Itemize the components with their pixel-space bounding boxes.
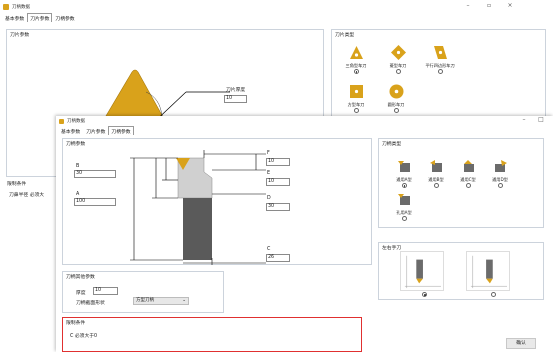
dim-c-label: C xyxy=(267,247,271,252)
blade-type-parallelogram[interactable]: 平行四边形车刀 xyxy=(418,45,462,76)
dim-f-label: F xyxy=(267,151,270,156)
holder-type-radio-3[interactable] xyxy=(497,183,503,188)
holder-params-label: 刀柄参数 xyxy=(66,142,86,147)
chevron-down-icon: ⌄ xyxy=(182,298,186,303)
app-icon-front xyxy=(59,118,64,124)
blade-type-radio-3[interactable] xyxy=(353,108,359,113)
front-titlebar: 刀柄数据 – □ xyxy=(56,116,553,126)
section-shape-value: 方型刀柄 xyxy=(136,298,154,303)
constraint-text: C 必须大于0 xyxy=(70,334,98,339)
dim-b-input[interactable]: 30 xyxy=(74,170,116,178)
thickness-input[interactable]: 10 xyxy=(93,287,118,295)
dim-a-label: A xyxy=(76,192,80,197)
section-shape-label: 刀柄截面形状 xyxy=(76,301,105,306)
tab-holder[interactable]: 刀柄参数 xyxy=(52,13,77,22)
dim-d-input[interactable]: 30 xyxy=(266,203,290,211)
left-hand-image[interactable] xyxy=(400,251,444,291)
holder-type-radio-4[interactable] xyxy=(401,216,407,221)
front-window-title: 刀柄数据 xyxy=(67,119,85,124)
front-minimize-icon[interactable]: – xyxy=(519,116,529,123)
blade-type-radio-2[interactable] xyxy=(437,69,443,74)
holder-type-c[interactable]: 通用C型 xyxy=(454,159,482,190)
holder-shank-shape xyxy=(183,198,212,260)
front-close-icon[interactable]: □ xyxy=(536,116,546,123)
hand-radio-left[interactable] xyxy=(422,292,427,297)
holder-a-icon xyxy=(397,161,410,172)
front-tab-holder[interactable]: 刀柄参数 xyxy=(108,126,134,135)
maximize-icon[interactable]: ▫ xyxy=(484,2,494,9)
back-constraint-text: 刀鼻半径 必须大 xyxy=(9,193,45,198)
holder-type-d[interactable]: 通用D型 xyxy=(486,159,514,190)
blade-type-radio-4[interactable] xyxy=(393,108,399,113)
right-hand-image[interactable] xyxy=(466,251,510,291)
other-params-group: 刀柄其他参数 xyxy=(62,271,224,313)
minimize-icon[interactable]: – xyxy=(463,2,473,9)
dim-d-label: D xyxy=(267,196,271,201)
round-blade-icon xyxy=(389,84,403,99)
hand-radio-right[interactable] xyxy=(490,292,496,297)
holder-type-radio-0[interactable] xyxy=(401,183,407,188)
blade-type-square[interactable]: 方型车刀 xyxy=(341,84,371,115)
parallelogram-blade-icon xyxy=(433,46,447,59)
holder-d-icon xyxy=(494,160,507,172)
dim-e-input[interactable]: 10 xyxy=(266,178,290,186)
holder-hole-a-icon xyxy=(397,194,410,205)
back-window-title: 刀柄数据 xyxy=(12,4,30,10)
square-blade-icon xyxy=(349,85,363,98)
holder-c-icon xyxy=(463,160,474,172)
front-tab-basic[interactable]: 基本参数 xyxy=(58,126,83,135)
thickness-label: 厚度 xyxy=(76,291,86,296)
triangle-blade-icon xyxy=(349,46,363,59)
dim-a-input[interactable]: 100 xyxy=(74,198,116,206)
other-params-label: 刀柄其他参数 xyxy=(66,275,95,280)
back-constraints-label: 限制条件 xyxy=(7,182,27,187)
holder-type-radio-1[interactable] xyxy=(433,183,439,188)
blade-type-round[interactable]: 圆形车刀 xyxy=(381,84,411,115)
holder-type-label: 刀柄类型 xyxy=(382,142,402,147)
front-tab-blade[interactable]: 刀片参数 xyxy=(83,126,108,135)
blade-type-diamond[interactable]: 菱型车刀 xyxy=(383,45,413,76)
front-tabs: 基本参数 刀片参数 刀柄参数 xyxy=(58,126,134,135)
section-shape-select[interactable]: 方型刀柄 ⌄ xyxy=(133,297,189,305)
back-titlebar: 刀柄数据 – ▫ × xyxy=(0,0,553,13)
back-tabs: 基本参数 刀片参数 刀柄参数 xyxy=(2,13,78,22)
blade-params-label: 刀片参数 xyxy=(10,33,30,38)
tab-basic[interactable]: 基本参数 xyxy=(2,13,27,22)
blade-type-radio-1[interactable] xyxy=(395,69,401,74)
blade-type-triangle[interactable]: 三角型车刀 xyxy=(341,45,371,76)
blade-type-label: 刀片类型 xyxy=(335,33,355,38)
diamond-blade-icon xyxy=(390,45,406,60)
holder-b-icon xyxy=(429,160,442,172)
close-icon[interactable]: × xyxy=(505,2,515,9)
holder-type-a[interactable]: 通用A型 xyxy=(390,159,418,190)
holder-type-radio-2[interactable] xyxy=(465,183,471,188)
app-icon xyxy=(3,3,9,10)
holder-type-b[interactable]: 通用B型 xyxy=(422,159,450,190)
confirm-button[interactable]: 确认 xyxy=(506,338,536,349)
dim-b-label: B xyxy=(76,164,80,169)
hand-label: 左右手刀 xyxy=(382,246,402,251)
holder-type-hole-a[interactable]: 孔用A型 xyxy=(390,192,418,223)
constraints-group: 限制条件 C 必须大于0 xyxy=(62,317,362,352)
constraints-label: 限制条件 xyxy=(66,321,86,326)
blade-height-label: 刀片厚度 xyxy=(226,88,246,93)
blade-type-radio-0[interactable] xyxy=(353,69,359,74)
dim-f-input[interactable]: 10 xyxy=(266,158,290,166)
front-window: 刀柄数据 – □ 基本参数 刀片参数 刀柄参数 刀柄参数 F 10 E 10 D… xyxy=(56,116,553,352)
tab-blade[interactable]: 刀片参数 xyxy=(27,13,53,22)
blade-height-input[interactable]: 10 xyxy=(224,95,247,103)
dim-c-input[interactable]: 26 xyxy=(266,254,290,262)
dim-e-label: E xyxy=(267,171,271,176)
